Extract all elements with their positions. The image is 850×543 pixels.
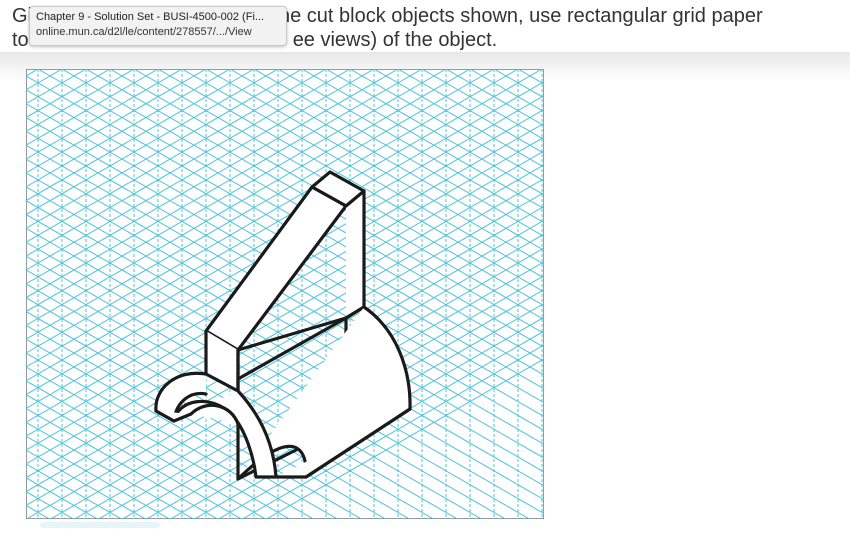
tooltip-url: online.mun.ca/d2l/le/content/278557/.../… (36, 26, 252, 38)
object-right-upright (344, 189, 366, 320)
question-line-2-end: ee views) of the object. (292, 29, 498, 51)
link-tooltip: Chapter 9 - Solution Set - BUSI-4500-002… (29, 6, 287, 46)
bottom-smudge (40, 522, 160, 528)
tooltip-title: Chapter 9 - Solution Set - BUSI-4500-002… (36, 11, 265, 23)
isometric-figure (26, 69, 544, 519)
question-line-1-end: he cut block objects shown, use rectangu… (279, 5, 763, 27)
page: Gi he cut block objects shown, use rectan… (0, 0, 850, 543)
question-line-2-start: to (12, 29, 29, 51)
